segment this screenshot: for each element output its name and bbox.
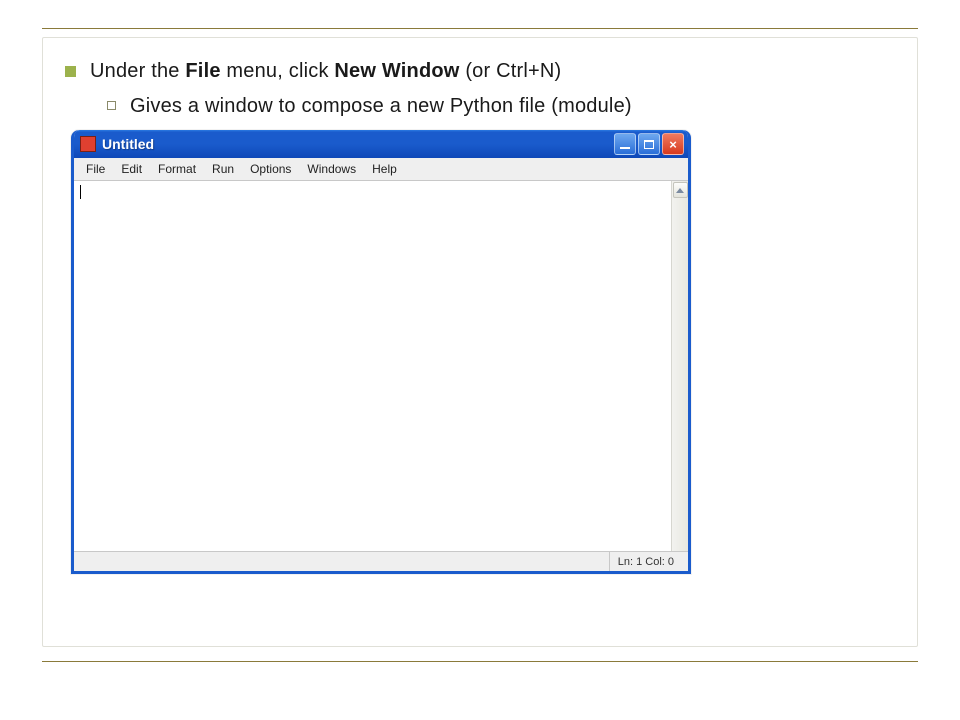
minimize-icon — [620, 147, 630, 149]
text-cursor — [80, 185, 81, 199]
chevron-up-icon — [676, 188, 684, 193]
text-bold: New Window — [334, 60, 459, 82]
text-editor[interactable] — [74, 181, 671, 551]
text-bold: File — [185, 60, 220, 82]
minimize-button[interactable] — [614, 133, 636, 155]
status-position: Ln: 1 Col: 0 — [609, 552, 682, 571]
scroll-up-button[interactable] — [673, 182, 688, 198]
maximize-icon — [644, 140, 654, 149]
editor-wrap — [74, 181, 688, 551]
app-icon — [80, 136, 96, 152]
top-rule — [42, 28, 918, 29]
bullet-sub: Gives a window to compose a new Python f… — [107, 95, 895, 118]
menu-file[interactable]: File — [78, 160, 113, 178]
bullet-main-text: Under the File menu, click New Window (o… — [90, 60, 561, 83]
window-title: Untitled — [102, 136, 614, 152]
menubar: File Edit Format Run Options Windows Hel… — [74, 158, 688, 181]
window-controls: × — [614, 133, 684, 155]
titlebar[interactable]: Untitled × — [74, 130, 688, 158]
idle-window: Untitled × File Edit Format Run Options … — [71, 130, 691, 574]
bullet-main: Under the File menu, click New Window (o… — [65, 60, 895, 83]
maximize-button[interactable] — [638, 133, 660, 155]
statusbar: Ln: 1 Col: 0 — [74, 551, 688, 571]
menu-windows[interactable]: Windows — [299, 160, 364, 178]
menu-edit[interactable]: Edit — [113, 160, 150, 178]
text-fragment: menu, click — [221, 60, 335, 82]
bullet-icon — [107, 101, 116, 110]
menu-help[interactable]: Help — [364, 160, 405, 178]
close-button[interactable]: × — [662, 133, 684, 155]
vertical-scrollbar[interactable] — [671, 181, 688, 551]
menu-options[interactable]: Options — [242, 160, 299, 178]
menu-format[interactable]: Format — [150, 160, 204, 178]
content-box: Under the File menu, click New Window (o… — [42, 37, 918, 647]
bullet-sub-text: Gives a window to compose a new Python f… — [130, 95, 632, 118]
menu-run[interactable]: Run — [204, 160, 242, 178]
bullet-icon — [65, 66, 76, 77]
bottom-rule — [42, 661, 918, 662]
text-fragment: Under the — [90, 60, 185, 82]
text-fragment: (or Ctrl+N) — [460, 60, 562, 82]
close-icon: × — [669, 138, 677, 151]
